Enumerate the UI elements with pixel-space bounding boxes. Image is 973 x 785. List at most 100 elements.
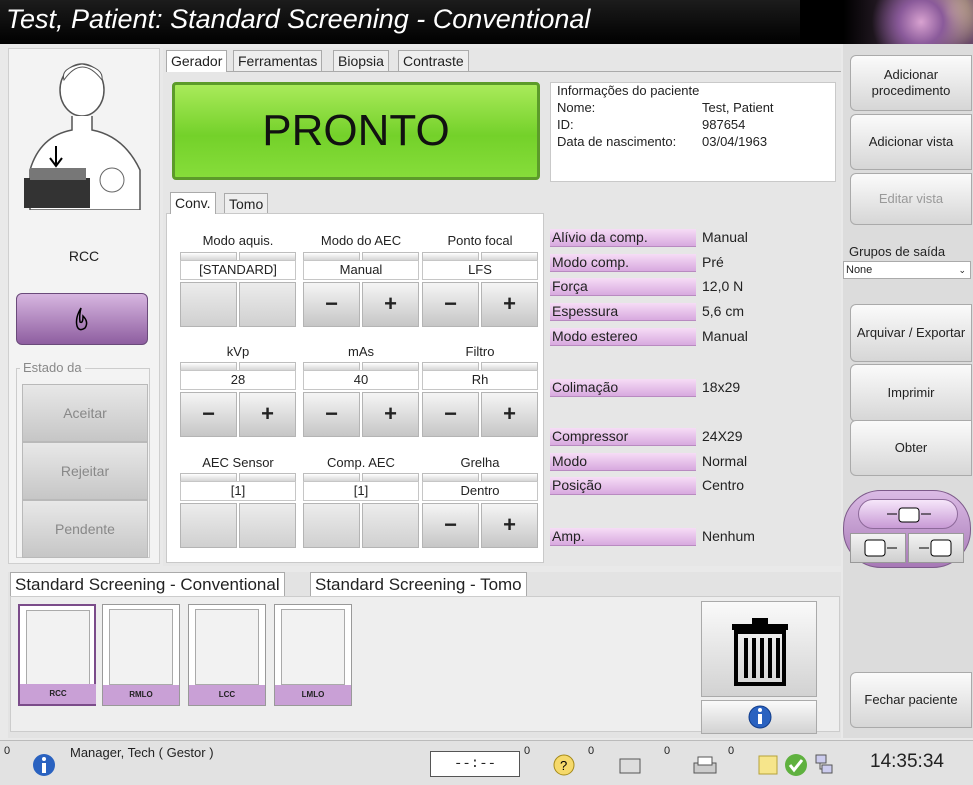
tab-ferramentas[interactable]: Ferramentas: [233, 50, 323, 72]
help-icon[interactable]: ?: [552, 753, 576, 777]
output-groups-value: None: [846, 264, 873, 276]
check-icon[interactable]: [784, 753, 808, 777]
print-button[interactable]: Imprimir: [850, 364, 972, 422]
trash-icon: [732, 618, 788, 686]
name-label: Nome:: [557, 100, 596, 115]
info-icon[interactable]: [32, 753, 56, 777]
view-thumbnail-image: [195, 609, 259, 685]
clock: 14:35:34: [870, 751, 944, 772]
network-icon[interactable]: [812, 753, 836, 777]
chevron-down-icon: ⌄: [958, 265, 966, 275]
title-bar: Test, Patient: Standard Screening - Conv…: [0, 0, 973, 44]
view-thumbnail-image: [109, 609, 173, 685]
mas-plus-button[interactable]: +: [362, 392, 419, 437]
paddle-center-button[interactable]: [858, 499, 958, 529]
patient-name: Test, Patient: [702, 100, 774, 115]
paddle-left-button[interactable]: [850, 533, 906, 563]
focal-minus-button[interactable]: −: [422, 282, 479, 327]
patient-id: 987654: [702, 117, 746, 132]
svg-text:?: ?: [560, 758, 567, 773]
thumbnail-lmlo[interactable]: LMLO: [274, 604, 352, 706]
aec-mode-value: Manual: [303, 260, 419, 280]
output-groups-label: Grupos de saída: [849, 244, 946, 259]
paddle-shift-control[interactable]: [843, 490, 971, 568]
status-count: 0: [524, 745, 531, 757]
info-button[interactable]: [701, 700, 817, 734]
add-view-button[interactable]: Adicionar vista: [850, 114, 972, 170]
mas-minus-button[interactable]: −: [303, 392, 360, 437]
kvp-control[interactable]: 28 − +: [180, 362, 296, 437]
exposure-timer: --:--: [430, 751, 520, 777]
dob-label: Data de nascimento:: [557, 134, 677, 149]
focal-plus-button[interactable]: +: [481, 282, 538, 327]
accept-button[interactable]: Aceitar: [22, 384, 148, 442]
grid-value: Dentro: [422, 481, 538, 501]
paddle-right-button[interactable]: [908, 533, 964, 563]
media-icon[interactable]: [616, 753, 646, 777]
ready-status: PRONTO: [172, 82, 540, 180]
patient-info-box: Informações do paciente Nome: Test, Patie…: [550, 82, 836, 182]
patient-info-header: Informações do paciente: [557, 83, 700, 98]
paddle-right-icon: [919, 539, 952, 557]
mas-control[interactable]: 40 − +: [303, 362, 419, 437]
filter-plus-button[interactable]: +: [481, 392, 538, 437]
focal-spot-control[interactable]: LFS − +: [422, 252, 538, 327]
archive-export-button[interactable]: Arquivar / Exportar: [850, 304, 972, 362]
thumbnail-label: RMLO: [103, 685, 179, 705]
view-label: RCC: [68, 248, 100, 264]
status-count: 0: [664, 745, 671, 757]
grid-label: Grelha: [460, 455, 500, 470]
grid-minus-button[interactable]: −: [422, 503, 479, 548]
status-bar: 0 Manager, Tech ( Gestor ) --:-- 0 ? 0 0…: [0, 740, 973, 785]
acq-mode-control[interactable]: [STANDARD]: [180, 252, 296, 327]
delete-button[interactable]: [701, 601, 817, 697]
tab-contraste[interactable]: Contraste: [398, 50, 469, 72]
filter-value: Rh: [422, 370, 538, 390]
breast-view-illustration: [24, 63, 141, 210]
grid-plus-button[interactable]: +: [481, 503, 538, 548]
implant-button[interactable]: [16, 293, 148, 345]
thumbnail-rcc[interactable]: RCC: [18, 604, 96, 706]
status-count: 0: [728, 745, 735, 757]
mas-value: 40: [303, 370, 419, 390]
kvp-minus-button[interactable]: −: [180, 392, 237, 437]
tab-biopsia[interactable]: Biopsia: [333, 50, 389, 72]
aec-sensor-value: [1]: [180, 481, 296, 501]
tab-procedure-conventional[interactable]: Standard Screening - Conventional: [10, 572, 285, 596]
tab-procedure-tomo[interactable]: Standard Screening - Tomo: [310, 572, 527, 596]
printer-icon[interactable]: [690, 753, 720, 777]
aec-sensor-control[interactable]: [1]: [180, 473, 296, 548]
id-label: ID:: [557, 117, 574, 132]
info-icon: [748, 705, 772, 729]
comp-aec-label: Comp. AEC: [327, 455, 395, 470]
mas-label: mAs: [348, 344, 374, 359]
kvp-label: kVp: [226, 344, 250, 359]
pending-button[interactable]: Pendente: [22, 500, 148, 558]
tab-conv[interactable]: Conv.: [170, 192, 216, 214]
grid-control[interactable]: Dentro − +: [422, 473, 538, 548]
edit-view-button[interactable]: Editar vista: [850, 173, 972, 225]
kvp-plus-button[interactable]: +: [239, 392, 296, 437]
tab-tomo[interactable]: Tomo: [224, 193, 269, 214]
aec-mode-minus-button[interactable]: −: [303, 282, 360, 327]
thumbnail-lcc[interactable]: LCC: [188, 604, 266, 706]
add-procedure-button[interactable]: Adicionar procedimento: [850, 55, 972, 111]
tab-gerador[interactable]: Gerador: [166, 50, 228, 72]
close-patient-button[interactable]: Fechar paciente: [850, 672, 972, 728]
aec-mode-control[interactable]: Manual − +: [303, 252, 419, 327]
comp-aec-value: [1]: [303, 481, 419, 501]
view-thumbnail-image: [26, 610, 90, 686]
get-button[interactable]: Obter: [850, 420, 972, 476]
reject-button[interactable]: Rejeitar: [22, 442, 148, 500]
focal-spot-value: LFS: [422, 260, 538, 280]
filter-control[interactable]: Rh − +: [422, 362, 538, 437]
filter-label: Filtro: [465, 344, 495, 359]
filter-minus-button[interactable]: −: [422, 392, 479, 437]
note-icon[interactable]: [756, 753, 780, 777]
output-groups-select[interactable]: None ⌄: [843, 261, 971, 279]
state-label: Estado da: [20, 360, 85, 375]
comp-aec-control[interactable]: [1]: [303, 473, 419, 548]
aec-mode-plus-button[interactable]: +: [362, 282, 419, 327]
user-label: Manager, Tech ( Gestor ): [70, 745, 214, 760]
thumbnail-rmlo[interactable]: RMLO: [102, 604, 180, 706]
